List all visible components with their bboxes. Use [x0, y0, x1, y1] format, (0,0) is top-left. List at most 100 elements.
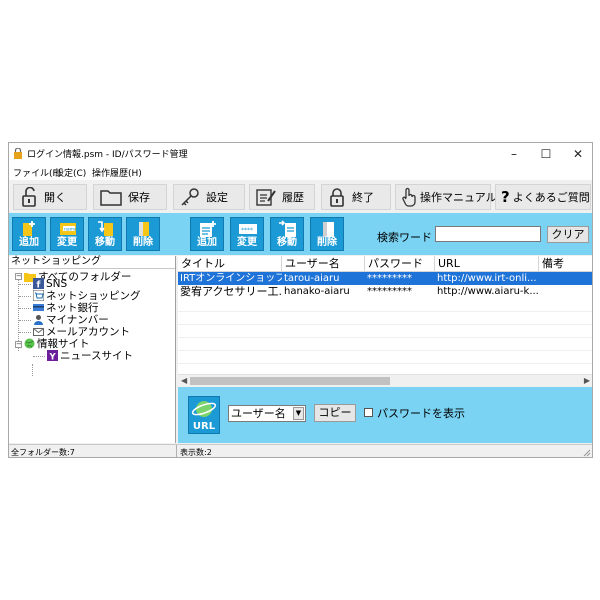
open-label: 開く: [44, 191, 66, 204]
folder-move-button[interactable]: 移動: [88, 217, 122, 251]
minimize-button[interactable]: –: [499, 145, 529, 163]
chevron-down-icon[interactable]: ▼: [293, 407, 304, 420]
item-add-label: 追加: [197, 237, 217, 248]
manual-button[interactable]: 操作マニュアル: [395, 184, 497, 210]
tree-item-label: 情報サイト: [37, 338, 90, 350]
app-window: ログイン情報.psm - ID/パスワード管理 – ☐ ✕ ファイル(F) 設定…: [8, 142, 593, 458]
app-lock-icon: [14, 148, 22, 159]
edit-document-icon: [256, 189, 276, 206]
item-delete-label: 削除: [317, 237, 337, 248]
settings-label: 設定: [206, 191, 228, 204]
shown-count: 表示数:2: [180, 448, 212, 457]
list-header: タイトル ユーザー名 パスワード URL 備考: [178, 256, 592, 272]
svg-text:Y: Y: [49, 352, 57, 361]
key-icon: [181, 188, 199, 206]
maximize-button[interactable]: ☐: [531, 145, 561, 163]
lock-icon: [330, 188, 344, 207]
pointer-hand-icon: [402, 187, 416, 207]
item-edit-label: 変更: [237, 237, 257, 248]
cell-password: *********: [367, 273, 412, 284]
tree-item-mynumber[interactable]: マイナンバー: [33, 314, 109, 326]
manual-label: 操作マニュアル: [420, 191, 497, 204]
unlock-icon: [22, 187, 36, 207]
column-note[interactable]: 備考: [539, 256, 592, 271]
folder-count: 全フォルダー数:7: [11, 448, 75, 457]
settings-button[interactable]: 設定: [173, 184, 245, 210]
folder-edit-label: 変更: [57, 237, 77, 248]
save-button[interactable]: 保存: [93, 184, 167, 210]
menu-settings[interactable]: 設定(C): [55, 166, 86, 179]
faq-button[interactable]: ? よくあるご質問: [495, 184, 591, 210]
item-edit-button[interactable]: **** 変更: [230, 217, 264, 251]
scroll-right-icon[interactable]: ▶: [584, 376, 590, 385]
cell-username: hanako-aiaru: [284, 286, 350, 297]
copy-field-value: ユーザー名: [231, 407, 286, 420]
cell-title: 愛宥アクセサリー工...: [180, 285, 282, 298]
folder-edit-button[interactable]: name 変更: [50, 217, 84, 251]
clear-button[interactable]: クリア: [547, 226, 589, 243]
item-add-button[interactable]: 追加: [190, 217, 224, 251]
cell-note: [539, 272, 592, 285]
cell-username: tarou-aiaru: [284, 273, 340, 284]
tree-item-bank[interactable]: ネット銀行: [33, 302, 99, 314]
table-row[interactable]: 愛宥アクセサリー工... hanako-aiaru ********* http…: [178, 285, 592, 298]
show-password-checkbox[interactable]: [364, 408, 373, 417]
globe-icon: [24, 338, 35, 349]
menu-bar: ファイル(F) 設定(C) 操作履歴(H): [9, 165, 592, 180]
column-password[interactable]: パスワード: [365, 256, 435, 271]
tree-item-sns[interactable]: f SNS: [33, 278, 67, 290]
tree-item-label: マイナンバー: [46, 314, 109, 326]
column-username[interactable]: ユーザー名: [282, 256, 365, 271]
tree-item-label: メールアカウント: [46, 326, 130, 338]
copy-field-select[interactable]: ユーザー名 ▼: [228, 405, 306, 422]
bank-card-icon: [33, 304, 44, 311]
facebook-icon: f: [33, 278, 44, 289]
show-password-label: パスワードを表示: [377, 407, 465, 420]
tree-item-shopping[interactable]: ネットショッピング: [33, 290, 141, 302]
tree-item-mail[interactable]: メールアカウント: [33, 326, 130, 338]
tree-header: ネットショッピング: [9, 256, 175, 269]
folder-move-label: 移動: [95, 237, 115, 248]
cell-title: IRTオンラインショップ: [180, 273, 282, 284]
globe-icon: [191, 401, 217, 417]
folder-icon: [100, 190, 122, 206]
horizontal-scrollbar[interactable]: ◀ ▶: [178, 374, 592, 387]
column-title[interactable]: タイトル: [178, 256, 282, 271]
folder-tree[interactable]: ネットショッピング − すべてのフォルダー f SNS ネットショッピング ネット…: [9, 256, 176, 443]
column-url[interactable]: URL: [435, 256, 539, 271]
main-toolbar: 開く 保存 設定 履歴 終了 操作マニュアル ? よくあるご質問: [9, 181, 592, 213]
info-expander[interactable]: −: [15, 341, 22, 348]
item-delete-button[interactable]: 削除: [310, 217, 344, 251]
search-input[interactable]: [435, 226, 541, 242]
scroll-left-icon[interactable]: ◀: [181, 376, 187, 385]
history-label: 履歴: [282, 191, 304, 204]
item-move-button[interactable]: 移動: [270, 217, 304, 251]
tree-item-info[interactable]: 情報サイト: [24, 338, 90, 350]
table-row[interactable]: IRTオンラインショップ tarou-aiaru ********* http:…: [178, 272, 592, 285]
exit-button[interactable]: 終了: [321, 184, 391, 210]
scrollbar-thumb[interactable]: [190, 377, 390, 385]
tree-item-label: ニュースサイト: [60, 350, 133, 362]
close-button[interactable]: ✕: [563, 145, 592, 163]
title-bar: ログイン情報.psm - ID/パスワード管理 – ☐ ✕: [9, 143, 592, 165]
folder-add-label: 追加: [19, 237, 39, 248]
window-title: ログイン情報.psm - ID/パスワード管理: [27, 150, 188, 160]
envelope-icon: [33, 328, 44, 336]
account-list[interactable]: タイトル ユーザー名 パスワード URL 備考 IRTオンラインショップ tar…: [178, 256, 592, 387]
url-globe-button[interactable]: URL: [188, 396, 220, 434]
folder-add-button[interactable]: 追加: [12, 217, 46, 251]
tree-item-label: SNS: [46, 278, 68, 290]
menu-file[interactable]: ファイル(F): [13, 166, 61, 179]
exit-label: 終了: [352, 191, 374, 204]
tree-item-news[interactable]: Y ニュースサイト: [47, 350, 133, 362]
root-expander[interactable]: −: [15, 273, 22, 280]
copy-button[interactable]: コピー: [314, 404, 356, 422]
history-button[interactable]: 履歴: [249, 184, 315, 210]
menu-history[interactable]: 操作履歴(H): [92, 166, 142, 179]
status-bar: 全フォルダー数:7 表示数:2: [9, 444, 592, 457]
open-button[interactable]: 開く: [13, 184, 87, 210]
folder-delete-button[interactable]: 削除: [126, 217, 160, 251]
yahoo-icon: Y: [47, 350, 58, 361]
resize-grip-icon[interactable]: [583, 449, 591, 457]
search-label: 検索ワード: [377, 231, 432, 244]
